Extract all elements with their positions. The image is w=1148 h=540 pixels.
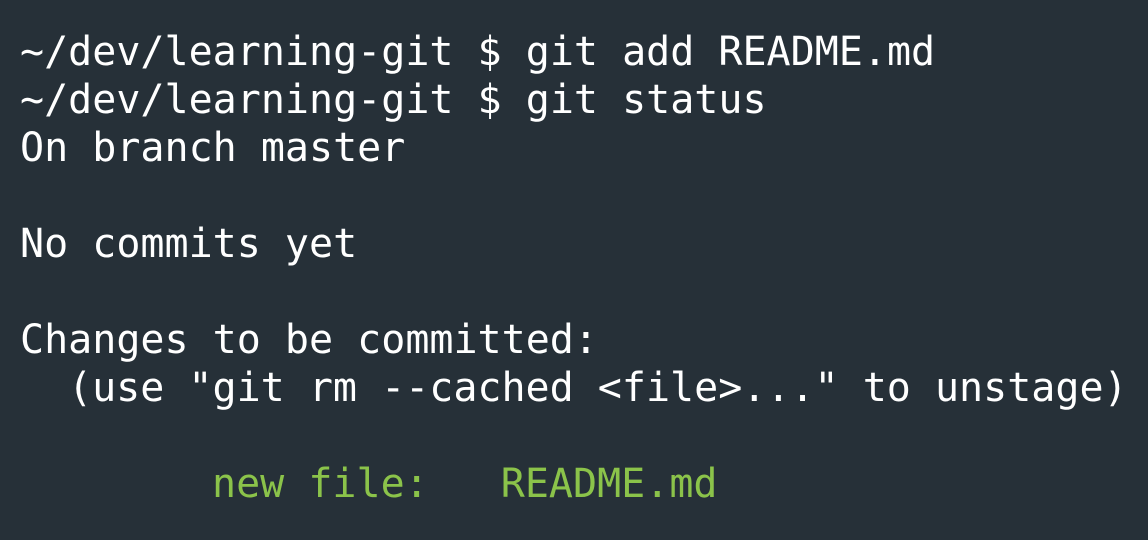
no-commits-line: No commits yet xyxy=(20,221,358,267)
unstage-hint-line: (use "git rm --cached <file>..." to unst… xyxy=(68,365,1128,411)
shell-prompt: ~/dev/learning-git $ xyxy=(20,29,526,75)
staged-file-line: new file: README.md xyxy=(20,460,1148,508)
changes-header-line: Changes to be committed: xyxy=(20,317,598,363)
command-text: git add README.md xyxy=(525,29,936,75)
staged-file-name: README.md xyxy=(500,461,718,507)
shell-prompt: ~/dev/learning-git $ xyxy=(20,77,526,123)
terminal-window[interactable]: ~/dev/learning-git $ git add README.md ~… xyxy=(0,0,1148,540)
command-line-git-add: ~/dev/learning-git $ git add README.md xyxy=(20,28,1148,76)
command-text: git status xyxy=(525,77,767,123)
branch-status-line: On branch master xyxy=(20,125,406,171)
command-line-git-status: ~/dev/learning-git $ git status xyxy=(20,76,1148,124)
staged-file-label: new file: xyxy=(212,461,429,507)
